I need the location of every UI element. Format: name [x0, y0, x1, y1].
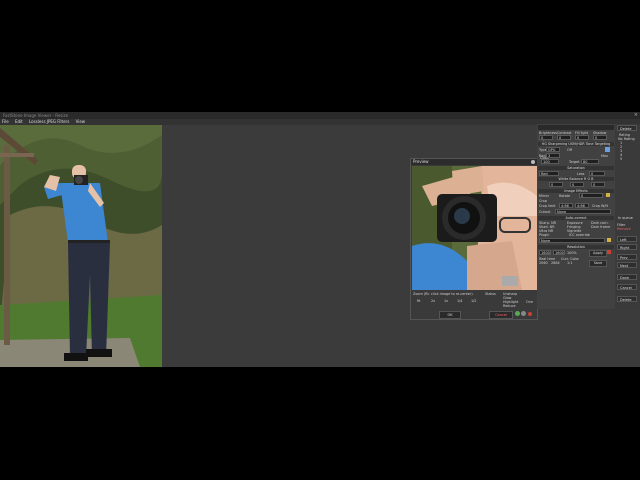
cancel-button[interactable]: Cancel — [489, 311, 513, 319]
delete-button[interactable]: Delete — [617, 296, 637, 302]
menu-file[interactable]: File — [2, 119, 9, 124]
crop-limit-label[interactable]: Crop limit — [539, 204, 555, 208]
close-icon[interactable]: × — [634, 112, 638, 119]
auto-correct-section: Auto-correct — [538, 216, 614, 220]
amount-field[interactable]: 100 — [541, 159, 559, 164]
zoom-label: Zoom (Rt. click image to re-center) — [413, 292, 473, 296]
zoom-half[interactable]: 1/2 — [471, 299, 476, 303]
rotate-label: Rotate — [559, 194, 571, 198]
zoom-1x[interactable]: 1x — [444, 299, 448, 303]
rotate-right-button[interactable]: Right — [617, 244, 637, 250]
less-label: Less — [577, 172, 585, 176]
white-balance-label: White Balance — [558, 177, 583, 181]
preview-title: Preview — [411, 159, 537, 165]
filllight-field[interactable]: 0 — [575, 135, 589, 140]
save-button[interactable]: Save — [589, 260, 607, 267]
brightness-field[interactable]: 0 — [539, 135, 553, 140]
rad-field[interactable]: 3 — [546, 153, 560, 158]
rgb-label: R G B — [584, 177, 594, 181]
grey-indicator-icon[interactable] — [521, 311, 526, 316]
pencil-icon[interactable] — [606, 193, 610, 197]
cutout-field[interactable]: None — [555, 209, 611, 214]
delete-top-button[interactable]: Delete — [617, 125, 637, 131]
in-queue-label[interactable]: In queue — [618, 216, 633, 220]
zoom-quarter[interactable]: 1/4 — [457, 299, 462, 303]
prev-button[interactable]: Prev — [617, 254, 637, 260]
title-bar: FastStone Image Viewer - Resize — [0, 112, 640, 119]
menu-edit[interactable]: Edit — [15, 119, 23, 124]
shadow-field[interactable]: 0 — [593, 135, 607, 140]
ok-button[interactable]: OK — [439, 311, 461, 319]
mirror-label[interactable]: Mirror — [539, 194, 549, 198]
hdr-label: USM/HDR Tone Targeting — [568, 142, 611, 146]
plugin-field[interactable]: None — [539, 238, 605, 243]
adjust-panel: Adjust Levels Curves Ink Color Brightnes… — [537, 124, 615, 309]
crop-wh-label[interactable]: Crop W/H — [592, 204, 608, 208]
less-field[interactable]: 0 — [589, 171, 605, 176]
red-indicator-icon[interactable] — [528, 312, 532, 316]
rotate-left-button[interactable]: Left — [617, 236, 637, 242]
res-h-field[interactable]: 1600 — [553, 250, 565, 255]
type-field[interactable]: GPU — [546, 147, 560, 152]
res-pct-label: 100% — [567, 251, 577, 255]
sharpen-label: HG Sharpening — [541, 142, 568, 146]
target-field[interactable]: 80 — [581, 159, 599, 164]
filter-value[interactable]: Remove — [617, 227, 631, 231]
app-window: FastStone Image Viewer - Resize × File E… — [0, 112, 640, 367]
white-balance-section: White Balance R G B — [538, 177, 614, 181]
max-label: Max — [601, 154, 609, 158]
main-photo[interactable] — [0, 125, 162, 367]
rotate-field[interactable]: 0 — [579, 193, 603, 198]
plugin-label: Plugin — [539, 233, 550, 237]
wb-red-field[interactable]: 0 — [549, 182, 563, 187]
res-w-field[interactable]: 1600 — [539, 250, 551, 255]
sharpen-section: HG Sharpening USM/HDR Tone Targeting — [538, 142, 614, 146]
preview-image[interactable] — [412, 166, 537, 290]
window-title: FastStone Image Viewer - Resize — [3, 113, 69, 118]
wb-green-field[interactable]: 0 — [570, 182, 584, 187]
apply-button[interactable]: Apply — [589, 250, 607, 257]
plugin-edit-icon[interactable] — [607, 238, 611, 242]
contrast-field[interactable]: 0 — [557, 135, 571, 140]
rating-5[interactable]: 5 — [620, 157, 622, 161]
status-label: Status — [485, 292, 496, 296]
done-button[interactable]: Done — [617, 274, 637, 280]
saturation-section: Saturation — [538, 166, 614, 170]
green-indicator-icon[interactable] — [515, 311, 520, 316]
menu-view[interactable]: View — [76, 119, 86, 124]
zoom-w-label: 2060 — [539, 261, 548, 265]
zoom-2x[interactable]: 2x — [431, 299, 435, 303]
zoom-h-label: 2684 — [551, 261, 560, 265]
saturation-field[interactable]: Red — [539, 171, 559, 176]
exif-label: 1:1 — [567, 261, 573, 265]
wb-blue-field[interactable]: 0 — [591, 182, 605, 187]
tab-strip: Adjust Levels Curves Ink Color — [538, 125, 614, 160]
close-icon[interactable] — [531, 160, 535, 164]
option-reduce[interactable]: Reduce — [503, 304, 516, 308]
aspect-h-field[interactable]: 4:66 — [575, 203, 589, 208]
action-panel: Delete Rating No Rating 1 2 3 4 5 In que… — [615, 124, 640, 309]
crop-label[interactable]: Crop — [539, 199, 547, 203]
menu-lossless[interactable]: Lossless JPEG Filters — [29, 119, 69, 124]
one-label: One — [526, 300, 533, 304]
resolution-section: Resolution — [538, 245, 614, 249]
target-label: Target — [569, 160, 580, 164]
off-label: Off — [567, 148, 573, 152]
preview-dialog: Preview Zoom (Rt. click image to re-cent… — [410, 158, 538, 320]
next-button[interactable]: Next — [617, 262, 637, 268]
aspect-w-field[interactable]: 4:66 — [559, 203, 573, 208]
dark-frame-label[interactable]: Dark frame — [591, 225, 610, 229]
zoom-fit[interactable]: fit — [417, 299, 420, 303]
rad-label: Rad — [539, 154, 546, 158]
type-toggle-icon[interactable] — [605, 147, 610, 152]
apply-indicator-icon[interactable] — [607, 250, 611, 254]
cutout-label: Cutout — [539, 210, 551, 214]
cancel-side-button[interactable]: Cancel — [617, 284, 637, 290]
icc-override-label[interactable]: ICC override — [569, 233, 590, 237]
